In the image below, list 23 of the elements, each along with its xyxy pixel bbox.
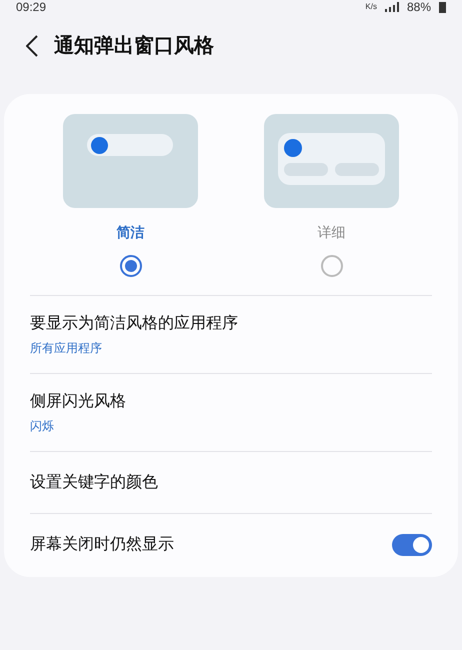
setting-title: 屏幕关闭时仍然显示 xyxy=(30,534,174,554)
network-speed: K/s xyxy=(365,3,377,11)
battery-icon xyxy=(439,2,446,12)
toggle-switch[interactable] xyxy=(392,534,432,556)
radio-button[interactable] xyxy=(120,255,142,277)
status-time: 09:29 xyxy=(16,1,46,13)
settings-row[interactable]: 侧屏闪光风格 闪烁 xyxy=(30,373,432,451)
signal-icon xyxy=(384,2,399,12)
setting-value: 所有应用程序 xyxy=(30,340,103,357)
setting-value: 闪烁 xyxy=(30,418,55,435)
detailed-preview[interactable] xyxy=(264,114,399,208)
radio-button[interactable] xyxy=(320,255,342,277)
setting-title: 侧屏闪光风格 xyxy=(30,392,126,412)
settings-row[interactable]: 要显示为简洁风格的应用程序 所有应用程序 xyxy=(30,295,432,373)
battery-level: 88% xyxy=(406,1,431,13)
style-label: 详细 xyxy=(318,223,346,242)
settings-row[interactable]: 屏幕关闭时仍然显示 xyxy=(30,513,432,575)
setting-title: 设置关键字的颜色 xyxy=(30,472,158,492)
settings-row[interactable]: 设置关键字的颜色 xyxy=(30,451,432,513)
style-label: 简洁 xyxy=(116,223,144,242)
setting-title: 要显示为简洁风格的应用程序 xyxy=(30,314,238,334)
page-title: 通知弹出窗口风格 xyxy=(54,34,214,59)
back-icon[interactable] xyxy=(26,35,38,57)
